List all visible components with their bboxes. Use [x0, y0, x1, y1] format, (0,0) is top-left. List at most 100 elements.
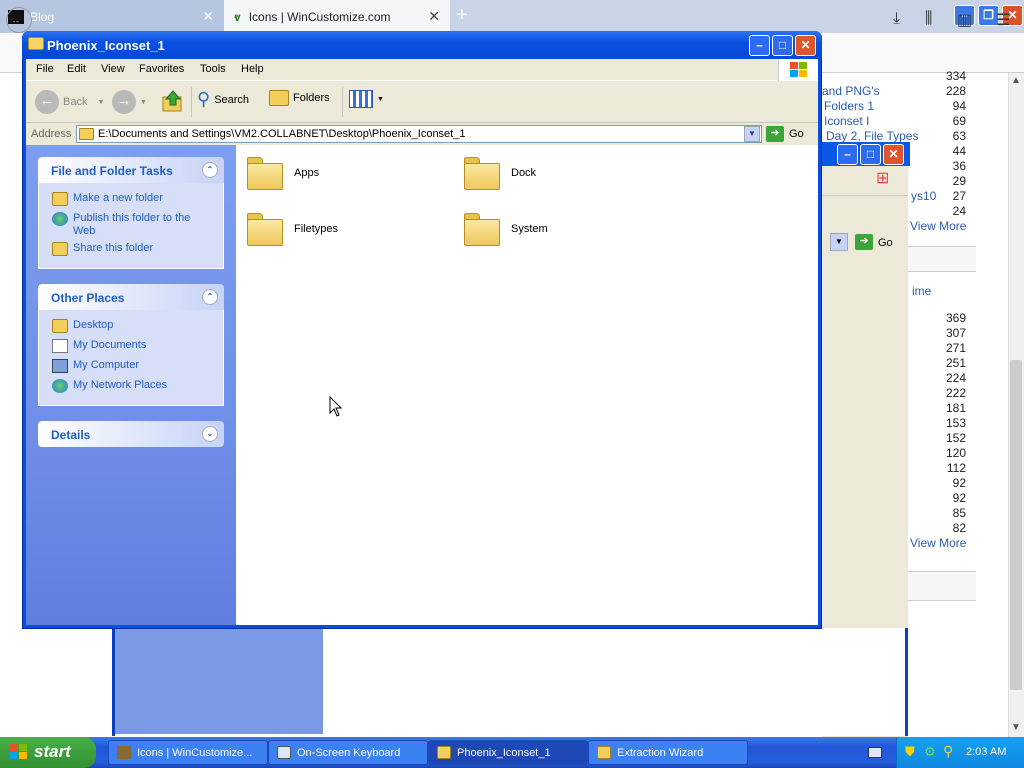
browser-tab-blog[interactable]: _ Blog ✕ — [0, 0, 224, 33]
views-button[interactable]: ▼ — [349, 90, 384, 108]
tasks-panel-header[interactable]: File and Folder Tasks ⌃ — [38, 157, 224, 183]
minimize-button[interactable]: – — [749, 35, 770, 56]
publish-folder-link[interactable]: Publish this folder to the Web — [52, 212, 202, 238]
back-arrow-icon: ← — [35, 90, 59, 114]
place-label: My Documents — [73, 339, 147, 351]
taskbar-item-firefox[interactable]: Icons | WinCustomize... — [108, 740, 268, 765]
folder-system[interactable]: System — [463, 211, 548, 247]
view-more-link-1[interactable]: View More — [910, 219, 966, 233]
menu-file[interactable]: File — [36, 63, 54, 75]
folder-icon — [463, 155, 501, 191]
wizard-maximize-button[interactable]: □ — [860, 144, 881, 165]
list-item-count: 222 — [945, 386, 966, 400]
network-tray-icon[interactable]: ⚙ — [924, 744, 936, 760]
toolbar-separator — [342, 87, 343, 117]
sidebar-icon[interactable]: ▥ — [957, 10, 972, 30]
folders-button[interactable]: Folders — [269, 90, 330, 106]
go-button[interactable]: Go — [789, 128, 804, 140]
shield-icon[interactable]: ⛊ — [905, 744, 915, 760]
make-new-folder-link[interactable]: Make a new folder — [52, 192, 163, 206]
windows-flag-icon — [10, 744, 28, 765]
list-item-count: 27 — [952, 189, 966, 203]
chevron-down-icon[interactable]: ▼ — [830, 233, 848, 251]
taskbar-item-wizard[interactable]: Extraction Wizard — [588, 740, 748, 765]
folder-label: Apps — [294, 167, 320, 179]
download-icon[interactable]: ⤓ — [893, 10, 900, 28]
task-label: Publish this folder to the Web — [73, 212, 191, 237]
folder-filetypes[interactable]: Filetypes — [246, 211, 338, 247]
back-button[interactable]: ← Back ▼ — [35, 90, 104, 114]
expand-chevron-icon[interactable]: ⌄ — [202, 426, 218, 442]
menu-tools[interactable]: Tools — [200, 63, 226, 75]
list-item-label[interactable]: Day 2, File Types — [826, 129, 918, 143]
scrollbar-thumb[interactable] — [1010, 360, 1022, 690]
close-button[interactable]: ✕ — [795, 35, 816, 56]
maximize-button[interactable]: □ — [772, 35, 793, 56]
clock: 2:03 AM — [966, 746, 1007, 758]
wizard-go-label[interactable]: Go — [878, 237, 893, 249]
place-my-computer[interactable]: My Computer — [52, 359, 139, 373]
collapse-chevron-icon[interactable]: ⌃ — [202, 289, 218, 305]
time-column-header: ime — [912, 284, 932, 298]
folder-dock[interactable]: Dock — [463, 155, 536, 191]
place-desktop[interactable]: Desktop — [52, 319, 113, 333]
close-tab-icon[interactable]: ✕ — [428, 8, 440, 25]
list-item-count: 44 — [952, 144, 966, 158]
keyboard-tray-icon[interactable] — [868, 747, 882, 758]
computer-icon — [52, 359, 68, 373]
list-item-count: 181 — [945, 401, 966, 415]
place-my-documents[interactable]: My Documents — [52, 339, 146, 353]
view-more-link-2[interactable]: View More — [910, 536, 966, 550]
scroll-up-icon[interactable]: ▲ — [1008, 75, 1024, 86]
folders-icon — [269, 90, 289, 106]
section-divider — [908, 246, 976, 272]
places-panel-header[interactable]: Other Places ⌃ — [38, 284, 224, 310]
wizard-minimize-button[interactable]: – — [837, 144, 858, 165]
chevron-down-icon[interactable]: ▼ — [744, 126, 760, 142]
address-input[interactable]: E:\Documents and Settings\VM2.COLLABNET\… — [76, 125, 762, 143]
details-panel-header[interactable]: Details ⌄ — [38, 421, 224, 447]
collapse-chevron-icon[interactable]: ⌃ — [202, 162, 218, 178]
address-label: Address — [31, 128, 72, 140]
search-button[interactable]: ⚲ Search — [197, 89, 249, 110]
chevron-down-icon[interactable]: ▼ — [97, 99, 104, 106]
list-item-count: 63 — [952, 129, 966, 143]
wizard-menu-bar — [822, 166, 908, 196]
windows-logo-icon: ⊞ — [876, 170, 890, 187]
go-arrow-icon[interactable]: ➜ — [855, 234, 873, 250]
taskbar-item-keyboard[interactable]: On-Screen Keyboard — [268, 740, 428, 765]
menu-icon[interactable]: ☰ — [996, 10, 1010, 30]
list-item-count: 369 — [945, 311, 966, 325]
new-tab-button[interactable]: + — [456, 4, 468, 27]
list-item-count: 29 — [952, 174, 966, 188]
place-label: Desktop — [73, 319, 114, 331]
list-item-label[interactable]: Iconset I — [824, 114, 869, 128]
tab-label: Blog — [30, 9, 55, 24]
list-item-count: 224 — [945, 371, 966, 385]
menu-edit[interactable]: Edit — [67, 63, 86, 75]
folder-up-icon[interactable] — [161, 89, 185, 113]
menu-help[interactable]: Help — [241, 63, 264, 75]
library-icon[interactable]: ⫼ — [925, 10, 932, 28]
list-item-label[interactable]: and PNG's — [822, 84, 880, 98]
list-item-label[interactable]: Folders 1 — [824, 99, 874, 113]
go-arrow-icon[interactable]: ➜ — [766, 126, 784, 142]
browser-back-icon[interactable]: ← — [6, 7, 32, 33]
share-folder-link[interactable]: Share this folder — [52, 242, 153, 256]
wizard-close-button[interactable]: ✕ — [883, 144, 904, 165]
search-tray-icon[interactable]: ⚲ — [943, 743, 953, 760]
folder-apps[interactable]: Apps — [246, 155, 319, 191]
taskbar-item-explorer[interactable]: Phoenix_Iconset_1 — [428, 740, 588, 765]
menu-favorites[interactable]: Favorites — [139, 63, 184, 75]
chevron-down-icon[interactable]: ▼ — [140, 99, 147, 106]
browser-tab-icons[interactable]: ⱴ Icons | WinCustomize.com ✕ — [224, 0, 450, 33]
folder-icon — [463, 211, 501, 247]
place-network[interactable]: My Network Places — [52, 379, 167, 393]
menu-view[interactable]: View — [101, 63, 125, 75]
close-tab-icon[interactable]: ✕ — [202, 8, 214, 25]
forward-button[interactable]: → ▼ — [112, 90, 147, 114]
scroll-down-icon[interactable]: ▼ — [1008, 722, 1024, 733]
chevron-down-icon[interactable]: ▼ — [377, 96, 384, 103]
list-item-count: 152 — [945, 431, 966, 445]
search-label: Search — [214, 93, 250, 106]
